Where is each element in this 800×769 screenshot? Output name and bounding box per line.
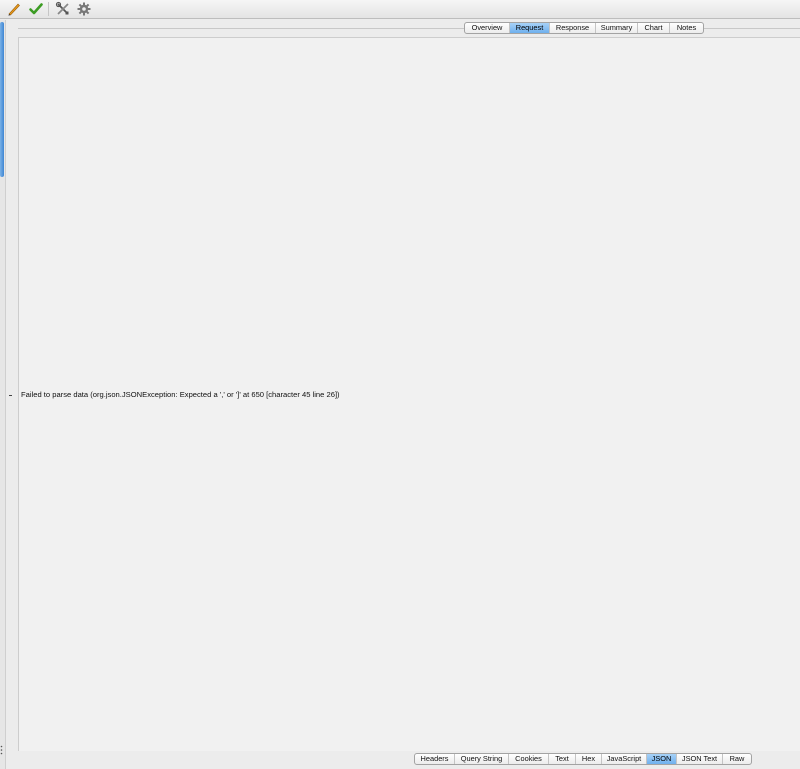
tab-javascript[interactable]: JavaScript [602,754,647,764]
tab-chart[interactable]: Chart [638,23,670,33]
parse-error-message: Failed to parse data (org.json.JSONExcep… [21,390,340,399]
tab-response[interactable]: Response [550,23,596,33]
bottom-tab-bar: Headers Query String Cookies Text Hex Ja… [414,753,752,765]
app-window: Overview Request Response Summary Chart … [0,0,800,769]
tab-json-text[interactable]: JSON Text [677,754,723,764]
tab-notes[interactable]: Notes [670,23,703,33]
tab-request[interactable]: Request [510,23,550,33]
tab-headers[interactable]: Headers [415,754,455,764]
tab-summary[interactable]: Summary [596,23,638,33]
pencil-icon[interactable] [6,1,22,17]
tools-icon[interactable] [55,1,71,17]
left-scrollbar-thumb[interactable] [0,22,4,177]
gear-icon[interactable] [76,1,92,17]
tab-hex[interactable]: Hex [576,754,602,764]
toolbar-separator [48,2,49,16]
tab-text[interactable]: Text [549,754,576,764]
top-tab-bar: Overview Request Response Summary Chart … [464,22,704,34]
resize-grip-icon[interactable] [0,745,3,755]
collapse-marker[interactable] [9,395,12,396]
checkmark-icon[interactable] [28,1,44,17]
toolbar [0,0,800,19]
tab-query-string[interactable]: Query String [455,754,509,764]
tab-cookies[interactable]: Cookies [509,754,549,764]
tab-overview[interactable]: Overview [465,23,510,33]
tab-json[interactable]: JSON [647,754,677,764]
tab-raw[interactable]: Raw [723,754,751,764]
